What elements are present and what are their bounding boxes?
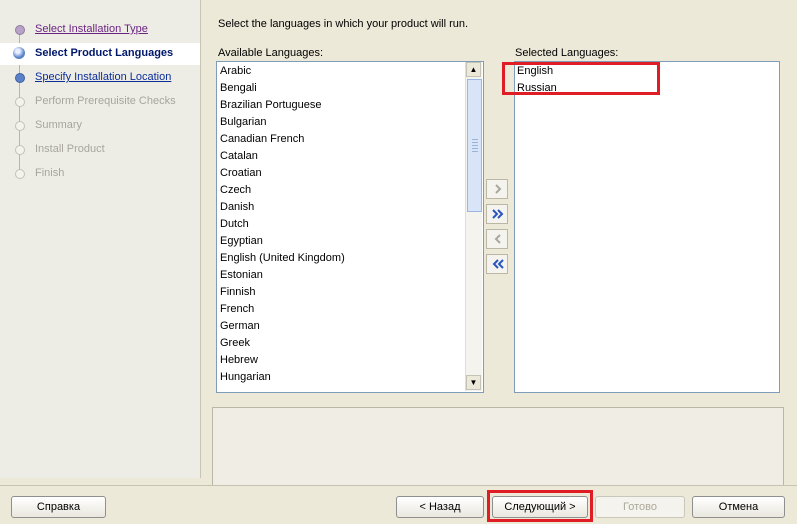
list-item[interactable]: Hebrew: [220, 352, 258, 369]
step-pending-icon: [15, 121, 25, 131]
list-item[interactable]: Bengali: [220, 80, 257, 97]
list-item[interactable]: Arabic: [220, 63, 251, 80]
list-item[interactable]: Finnish: [220, 284, 255, 301]
selected-languages-label: Selected Languages:: [515, 47, 619, 59]
list-item[interactable]: Estonian: [220, 267, 263, 284]
step-label: Finish: [35, 167, 65, 179]
scroll-down-icon[interactable]: ▼: [466, 375, 481, 390]
selection-highlight-box: [502, 62, 660, 95]
move-all-left-icon: [492, 259, 504, 269]
step-done-icon: [15, 25, 25, 35]
step-perform-prerequisite-checks: Perform Prerequisite Checks: [0, 92, 200, 112]
description-panel: [212, 407, 784, 486]
scroll-thumb[interactable]: [467, 79, 482, 212]
step-pending-icon: [15, 97, 25, 107]
list-item[interactable]: Hungarian: [220, 369, 271, 386]
step-finish: Finish: [0, 164, 200, 184]
list-item[interactable]: German: [220, 318, 260, 335]
step-navigator: Select Installation Type Select Product …: [0, 0, 201, 478]
list-item[interactable]: Bulgarian: [220, 114, 266, 131]
move-all-right-button[interactable]: [486, 204, 508, 224]
step-label: Select Product Languages: [35, 47, 174, 59]
move-left-icon: [494, 234, 501, 244]
list-item[interactable]: Brazilian Portuguese: [220, 97, 322, 114]
list-item[interactable]: Greek: [220, 335, 250, 352]
step-install-product: Install Product: [0, 140, 200, 160]
step-label[interactable]: Select Installation Type: [35, 23, 148, 35]
vertical-scrollbar[interactable]: ▲ ▼: [465, 62, 482, 391]
step-label[interactable]: Specify Installation Location: [35, 71, 171, 83]
move-right-icon: [495, 184, 502, 194]
list-item[interactable]: Egyptian: [220, 233, 263, 250]
step-label: Perform Prerequisite Checks: [35, 95, 176, 107]
back-button[interactable]: < Назад: [396, 496, 484, 518]
step-label: Summary: [35, 119, 83, 131]
move-right-button[interactable]: [486, 179, 508, 199]
cancel-button[interactable]: Отмена: [692, 496, 785, 518]
list-item[interactable]: Canadian French: [220, 131, 304, 148]
list-item[interactable]: French: [220, 301, 254, 318]
list-item[interactable]: Czech: [220, 182, 251, 199]
move-all-left-button[interactable]: [486, 254, 508, 274]
step-select-product-languages[interactable]: Select Product Languages: [0, 43, 200, 65]
move-left-button[interactable]: [486, 229, 508, 249]
list-item[interactable]: English (United Kingdom): [220, 250, 345, 267]
step-summary: Summary: [0, 116, 200, 136]
step-label: Install Product: [35, 143, 105, 155]
available-languages-list[interactable]: Arabic Bengali Brazilian Portuguese Bulg…: [216, 61, 484, 393]
step-specify-installation-location[interactable]: Specify Installation Location: [0, 68, 200, 88]
help-button[interactable]: Справка: [11, 496, 106, 518]
step-pending-icon: [15, 145, 25, 155]
scroll-up-icon[interactable]: ▲: [466, 62, 481, 77]
step-link-icon: [15, 73, 25, 83]
footer-divider: [0, 485, 797, 486]
list-item[interactable]: Dutch: [220, 216, 249, 233]
available-languages-label: Available Languages:: [218, 47, 323, 59]
instruction-text: Select the languages in which your produ…: [218, 18, 469, 30]
next-highlight-box: [487, 490, 593, 522]
move-all-right-icon: [492, 209, 504, 219]
step-pending-icon: [15, 169, 25, 179]
selected-languages-list[interactable]: English Russian: [514, 61, 780, 393]
step-current-icon: [13, 47, 25, 59]
list-item[interactable]: Catalan: [220, 148, 258, 165]
finish-button: Готово: [595, 496, 685, 518]
step-select-installation-type[interactable]: Select Installation Type: [0, 20, 200, 40]
list-item[interactable]: Danish: [220, 199, 254, 216]
list-item[interactable]: Croatian: [220, 165, 262, 182]
